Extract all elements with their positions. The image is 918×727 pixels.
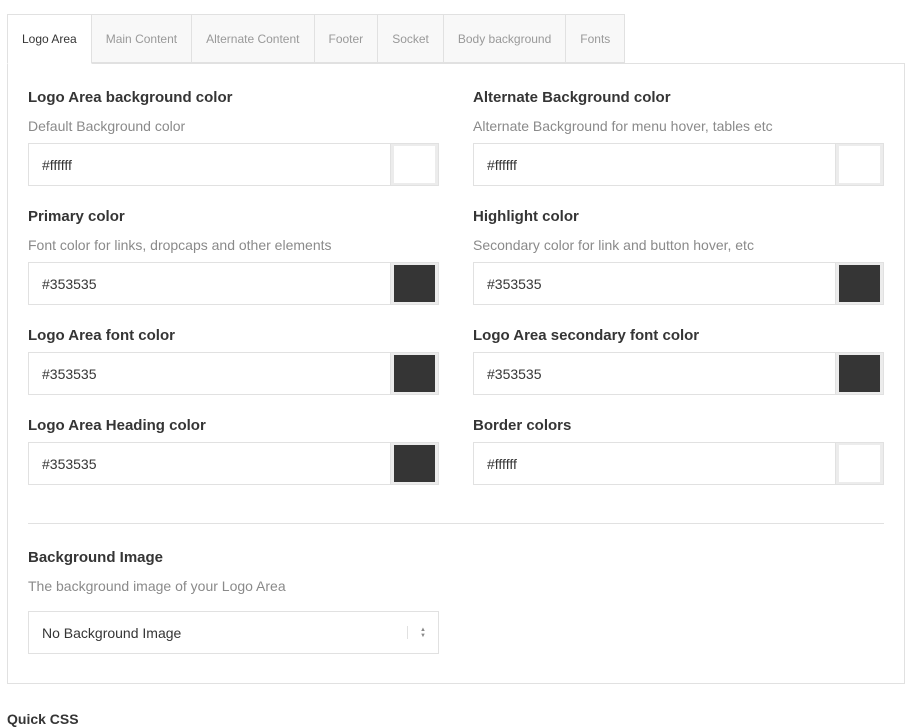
heading-color-field: Logo Area Heading color <box>28 417 439 485</box>
field-description: Secondary color for link and button hove… <box>473 237 754 253</box>
color-swatch-button[interactable] <box>390 443 438 484</box>
field-title: Alternate Background color <box>473 89 671 106</box>
settings-panel: Logo Area background color Default Backg… <box>7 63 905 684</box>
background-image-select[interactable]: No Background Image ▲ ▼ <box>28 611 439 654</box>
color-swatch-button[interactable] <box>390 144 438 185</box>
color-swatch <box>839 355 880 392</box>
color-swatch-button[interactable] <box>390 263 438 304</box>
color-swatch <box>394 265 435 302</box>
color-swatch-button[interactable] <box>390 353 438 394</box>
highlight-color-input[interactable] <box>474 263 835 304</box>
select-arrows-icon: ▲ ▼ <box>407 626 438 639</box>
color-swatch <box>394 146 435 183</box>
font-color-input[interactable] <box>29 353 390 394</box>
tab-socket[interactable]: Socket <box>378 14 444 63</box>
field-title: Border colors <box>473 417 572 434</box>
tab-alternate-content[interactable]: Alternate Content <box>192 14 315 63</box>
color-picker <box>473 352 884 395</box>
tab-footer[interactable]: Footer <box>314 14 379 63</box>
primary-color-input[interactable] <box>29 263 390 304</box>
field-description: The background image of your Logo Area <box>28 578 286 594</box>
section-divider <box>28 523 884 524</box>
highlight-color-field: Highlight color Secondary color for link… <box>473 208 884 305</box>
color-swatch-button[interactable] <box>835 353 883 394</box>
secondary-font-color-input[interactable] <box>474 353 835 394</box>
field-title: Logo Area background color <box>28 89 233 106</box>
color-swatch-button[interactable] <box>835 144 883 185</box>
field-title: Logo Area font color <box>28 327 175 344</box>
color-picker <box>473 262 884 305</box>
color-swatch <box>394 355 435 392</box>
color-swatch-button[interactable] <box>835 443 883 484</box>
field-title: Logo Area Heading color <box>28 417 206 434</box>
tab-main-content[interactable]: Main Content <box>91 14 193 63</box>
background-image-field: Background Image The background image of… <box>28 549 439 654</box>
field-description: Alternate Background for menu hover, tab… <box>473 118 773 134</box>
field-description: Font color for links, dropcaps and other… <box>28 237 332 253</box>
tab-logo-area[interactable]: Logo Area <box>7 14 92 64</box>
color-picker <box>473 442 884 485</box>
field-title: Logo Area secondary font color <box>473 327 700 344</box>
border-color-field: Border colors <box>473 417 884 485</box>
tab-bar: Logo Area Main Content Alternate Content… <box>7 14 626 64</box>
color-picker <box>28 143 439 186</box>
tab-body-background[interactable]: Body background <box>443 14 567 63</box>
heading-color-input[interactable] <box>29 443 390 484</box>
select-value: No Background Image <box>42 624 182 641</box>
quick-css-heading: Quick CSS <box>7 711 79 727</box>
tab-fonts[interactable]: Fonts <box>566 14 626 63</box>
color-picker <box>473 143 884 186</box>
logo-bg-color-field: Logo Area background color Default Backg… <box>28 89 439 186</box>
logo-bg-color-input[interactable] <box>29 144 390 185</box>
color-swatch <box>839 265 880 302</box>
alt-bg-color-field: Alternate Background color Alternate Bac… <box>473 89 884 186</box>
color-swatch <box>839 146 880 183</box>
primary-color-field: Primary color Font color for links, drop… <box>28 208 439 305</box>
field-title: Primary color <box>28 208 125 225</box>
field-title: Background Image <box>28 549 164 566</box>
field-description: Default Background color <box>28 118 186 134</box>
color-picker <box>28 442 439 485</box>
field-title: Highlight color <box>473 208 579 225</box>
color-swatch <box>839 445 880 482</box>
border-color-input[interactable] <box>474 443 835 484</box>
color-swatch <box>394 445 435 482</box>
color-picker <box>28 262 439 305</box>
secondary-font-color-field: Logo Area secondary font color <box>473 327 884 395</box>
color-picker <box>28 352 439 395</box>
color-swatch-button[interactable] <box>835 263 883 304</box>
font-color-field: Logo Area font color <box>28 327 439 395</box>
alt-bg-color-input[interactable] <box>474 144 835 185</box>
